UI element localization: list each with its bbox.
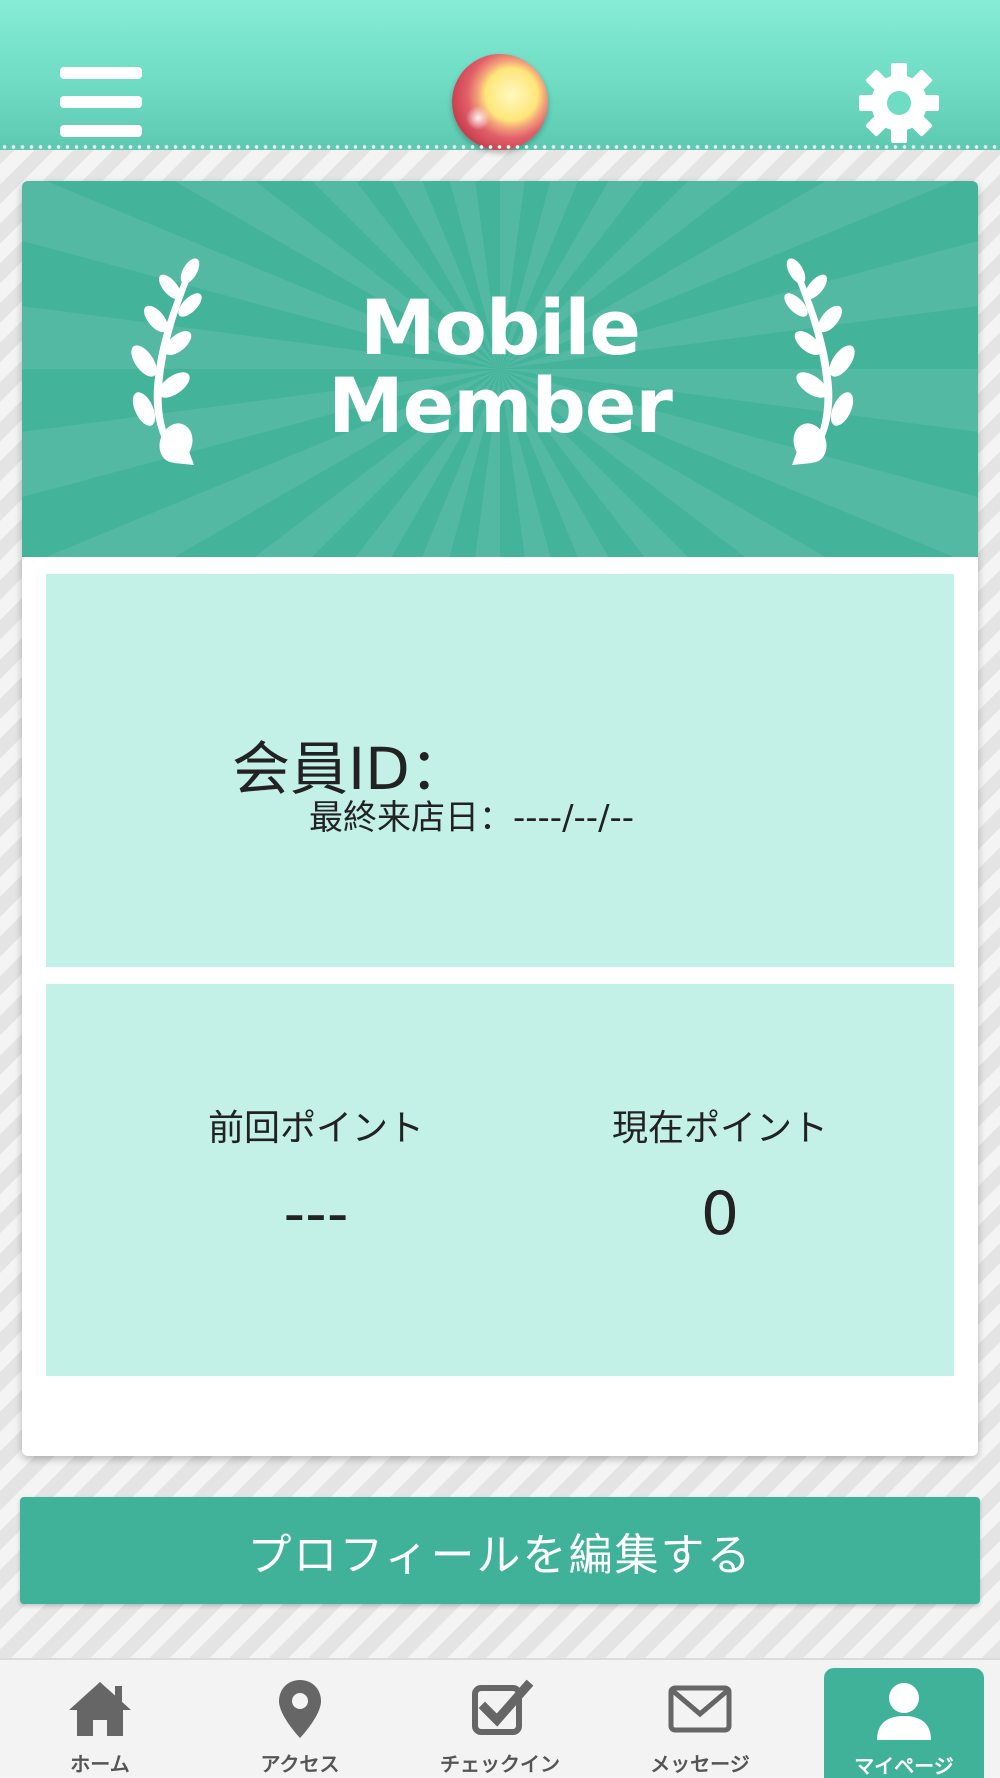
previous-points: 前回ポイント --- (166, 1106, 466, 1254)
current-points: 現在ポイント 0 (570, 1106, 870, 1254)
checkbox-icon (472, 1679, 534, 1735)
banner-title-line2: Member (328, 361, 673, 450)
home-icon (69, 1682, 131, 1736)
last-visit-row: 最終来店日：----/--/-- (309, 790, 634, 839)
member-info-panel: 会員ID： 最終来店日：----/--/-- (46, 574, 954, 967)
nav-label-home: ホーム (70, 1752, 130, 1776)
last-visit-label: 最終来店日 (309, 798, 479, 838)
bottom-nav: ホーム アクセス チェックイン メッセージ マイページ (0, 1658, 1000, 1778)
last-visit-separator: ： (479, 798, 513, 838)
nav-item-checkin[interactable]: チェックイン (420, 1660, 580, 1778)
envelope-icon (668, 1685, 732, 1733)
nav-item-home[interactable]: ホーム (20, 1660, 180, 1778)
nav-item-mypage[interactable]: マイページ (824, 1668, 984, 1778)
banner-title: Mobile Member (22, 289, 978, 445)
header-dotted-divider (0, 144, 1000, 150)
previous-points-value: --- (283, 1179, 349, 1249)
banner-title-line1: Mobile (360, 283, 641, 372)
member-card: Mobile Member 会員ID： 最終来店日：----/--/-- 前回ポ… (22, 181, 978, 1456)
nav-label-message: メッセージ (650, 1752, 750, 1776)
last-visit-value: ----/--/-- (513, 798, 635, 838)
nav-item-access[interactable]: アクセス (220, 1660, 380, 1778)
nav-label-checkin: チェックイン (440, 1752, 560, 1776)
previous-points-label: 前回ポイント (207, 1108, 424, 1149)
current-points-label: 現在ポイント (611, 1108, 828, 1149)
app-header (0, 0, 1000, 150)
nav-label-access: アクセス (260, 1752, 340, 1776)
gear-icon[interactable] (856, 60, 942, 146)
mobile-member-banner: Mobile Member (22, 181, 978, 557)
points-panel: 前回ポイント --- 現在ポイント 0 (46, 984, 954, 1376)
nav-item-message[interactable]: メッセージ (620, 1660, 780, 1778)
edit-profile-button[interactable]: プロフィールを編集する (20, 1497, 980, 1604)
user-icon (877, 1683, 931, 1740)
current-points-value: 0 (700, 1179, 740, 1249)
round-logo-icon (452, 54, 548, 150)
map-pin-icon (279, 1680, 321, 1738)
hamburger-menu-icon[interactable] (58, 64, 144, 140)
nav-label-mypage: マイページ (854, 1754, 954, 1778)
